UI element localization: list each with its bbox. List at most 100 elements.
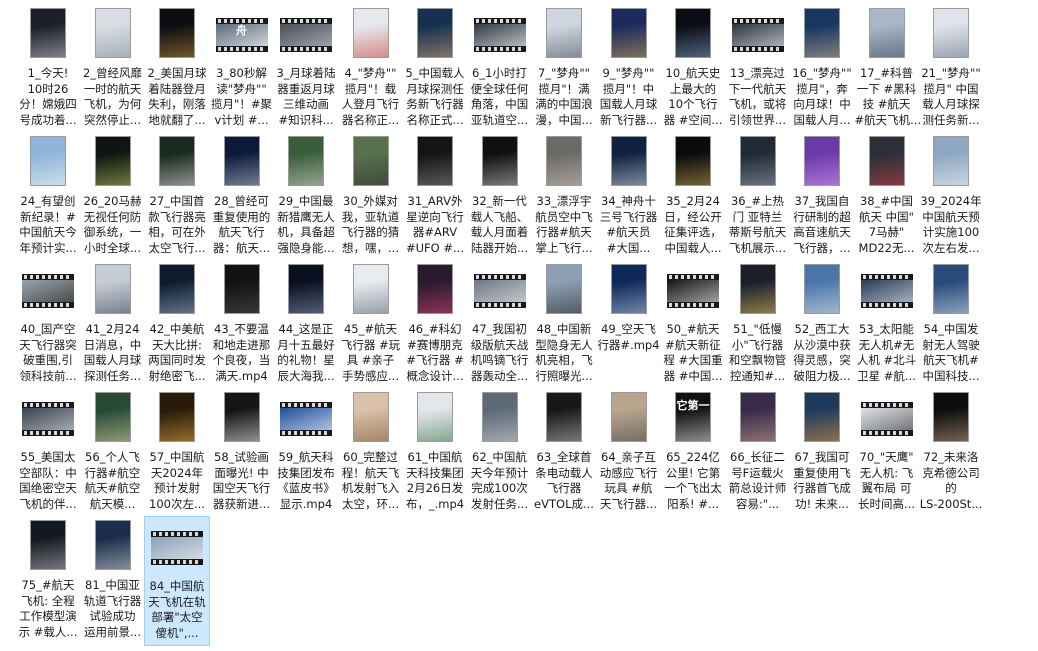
- video-thumbnail: [288, 136, 324, 186]
- video-thumbnail: [481, 136, 518, 186]
- video-thumbnail: [30, 8, 66, 58]
- video-file-item[interactable]: 63_全球首 条电动载人 飞行器 eVTOL成...: [531, 388, 597, 518]
- film-strip-icon: [473, 302, 526, 308]
- video-file-item[interactable]: 35_2月24 日，经公开 征集评选， 中国载人...: [660, 132, 726, 262]
- file-name-label: 16_"梦舟"" 揽月"，奔 向月球！中 国载人月...: [792, 66, 852, 127]
- video-file-item[interactable]: 44_这是正 月十五最好 的礼物！星 辰大海我...: [273, 260, 339, 390]
- video-file-item[interactable]: 32_新一代 载人飞船、 载人月面着 陆器开始...: [467, 132, 533, 262]
- video-file-item[interactable]: 53_太阳能 无人机#无 人机 #北斗 卫星 #航...: [854, 260, 920, 390]
- file-name-label: 47_我国初 级版航天战 机鸣镝飞行 器轰动全...: [470, 322, 529, 383]
- video-file-item[interactable]: 4_"梦舟"" 揽月"！载 人登月飞行 器名称正...: [338, 4, 404, 134]
- video-file-item[interactable]: 72_未来洛 克希德公司 的 LS-200St...: [918, 388, 984, 518]
- video-file-item[interactable]: 9_"梦舟"" 揽月"！中 国载人月球 新飞行器...: [596, 4, 662, 134]
- video-file-item[interactable]: 21_"梦舟"" 揽月" 中国 载人月球探 测任务新...: [918, 4, 984, 134]
- file-name-label: 36_#上热 门 亚特兰 蒂斯号航天 飞机展示...: [728, 194, 787, 255]
- video-file-item[interactable]: 37_我国自 行研制的超 高音速航天 飞行器，...: [789, 132, 855, 262]
- file-name-label: 65_224亿 公里! 它第 一个飞出太 阳系! #...: [664, 450, 722, 511]
- video-file-item[interactable]: 28_曾经可 重复使用的 航天飞行 器：航天...: [209, 132, 275, 262]
- video-file-item[interactable]: 81_中国亚 轨道飞行器 试验成功 运用前景...: [80, 516, 146, 646]
- video-file-item[interactable]: 24_有望创 新纪录！# 中国航天今 年预计实...: [15, 132, 81, 262]
- video-file-item[interactable]: 7_"梦舟"" 揽月"！满 满的中国浪 漫，中国...: [531, 4, 597, 134]
- video-file-item[interactable]: 13_漂亮过 下一代航天 飞机，或将 引领世界...: [725, 4, 791, 134]
- video-file-item[interactable]: 57_中国航 天2024年 预计发射 100次左...: [144, 388, 210, 518]
- video-file-item[interactable]: 34_神舟十 三号飞行器 #航天员 #大国...: [596, 132, 662, 262]
- file-name-label: 42_中美航 天大比拼: 两国同时发 射绝密飞...: [148, 322, 206, 383]
- video-file-item[interactable]: 40_国产空 天飞行器突 破重围,引 领科技前...: [15, 260, 81, 390]
- file-name-label: 30_外媒对 我，亚轨道 飞行器的猜 想，嘿，...: [341, 194, 400, 255]
- video-thumbnail: [223, 264, 260, 314]
- video-file-item[interactable]: 5_中国载人 月球探测任 务新飞行器 名称正式...: [402, 4, 468, 134]
- video-file-item[interactable]: 1_今天! 10时26 分！嫦娥四 号成功着...: [15, 4, 81, 134]
- video-file-item[interactable]: 39_2024年 中国航天预 计实施100 次左右发...: [918, 132, 984, 262]
- video-thumbnail: [860, 402, 913, 436]
- video-file-item[interactable]: 16_"梦舟"" 揽月"，奔 向月球！中 国载人月...: [789, 4, 855, 134]
- video-file-item[interactable]: 2_曾经风靡 一时的航天 飞机，为何 突然停止...: [80, 4, 146, 134]
- file-name-label: 60_完整过 程！航天飞 机发射飞入 太空，环...: [341, 450, 400, 511]
- video-file-item[interactable]: 41_2月24 日消息，中 国载人月球 探测任务...: [80, 260, 146, 390]
- video-file-item[interactable]: 3_月球着陆 器重返月球 三维动画 #知识科...: [273, 4, 339, 134]
- video-file-item[interactable]: 66_长征二 号F运载火 箭总设计师 容易:"...: [725, 388, 791, 518]
- video-thumbnail: [868, 8, 905, 58]
- video-file-item[interactable]: 舟 3_80秒解 读"梦舟"" 揽月"！#聚 v计划 #...: [209, 4, 275, 134]
- video-file-item[interactable]: 61_中国航 天科技集团 2月26日发 布，_.mp4: [402, 388, 468, 518]
- file-name-label: 3_80秒解 读"梦舟"" 揽月"！#聚 v计划 #...: [211, 66, 272, 127]
- file-name-label: 67_我国可 重复使用飞 行器首飞成 功! 未来...: [793, 450, 851, 511]
- video-thumbnail: [933, 264, 969, 314]
- video-thumbnail: [30, 520, 66, 570]
- video-thumbnail: [30, 136, 66, 186]
- video-file-item[interactable]: 50_#航天 #航天新征 程 #大国重 器 #中国...: [660, 260, 726, 390]
- video-file-item[interactable]: 67_我国可 重复使用飞 行器首飞成 功! 未来...: [789, 388, 855, 518]
- video-file-item[interactable]: 31_ARV外 星逆向飞行 器#ARV #UFO #...: [402, 132, 468, 262]
- video-thumbnail: 舟: [215, 18, 268, 52]
- file-name-label: 32_新一代 载人飞船、 载人月面着 陆器开始...: [470, 194, 529, 255]
- video-file-item[interactable]: 49_空天飞 行器#.mp4: [596, 260, 662, 390]
- file-name-label: 2_美国月球 着陆器登月 失利，刚落 地就翻了...: [147, 66, 207, 127]
- video-thumbnail: [352, 136, 389, 186]
- video-file-item[interactable]: 27_中国首 款飞行器亮 相，可在外 太空飞行...: [144, 132, 210, 262]
- video-file-item[interactable]: 52_西工大 从沙漠中获 得灵感，突 破阻力极...: [789, 260, 855, 390]
- video-file-item[interactable]: 84_中国航 天飞机在轨 部署"太空 傻机",...: [144, 516, 210, 646]
- video-file-item[interactable]: 33_漂浮宇 航员空中飞 行器#航天 掌上飞行...: [531, 132, 597, 262]
- video-file-item[interactable]: 70_"天鹰" 无人机: 飞 翼布局 可 长时间高...: [854, 388, 920, 518]
- video-file-item[interactable]: 6_1小时打 便全球任何 角落，中国 亚轨道空...: [467, 4, 533, 134]
- video-file-item[interactable]: 36_#上热 门 亚特兰 蒂斯号航天 飞机展示...: [725, 132, 791, 262]
- video-file-item[interactable]: 10_航天史 上最大的 10个飞行 器 #空间...: [660, 4, 726, 134]
- video-thumbnail: [610, 392, 647, 442]
- video-file-item[interactable]: 38_#中国 航天 中国" 7马赫" MD22无...: [854, 132, 920, 262]
- video-file-item[interactable]: 2_美国月球 着陆器登月 失利，刚落 地就翻了...: [144, 4, 210, 134]
- video-file-item[interactable]: 55_美国太 空部队：中 国绝密空天 飞机的伴...: [15, 388, 81, 518]
- video-file-item[interactable]: 29_中国最 新猎鹰无人 机，具备超 强隐身能...: [273, 132, 339, 262]
- video-file-item[interactable]: 64_亲子互 动感应飞行 玩具 #航 天飞行器...: [596, 388, 662, 518]
- file-name-label: 49_空天飞 行器#.mp4: [597, 322, 660, 352]
- video-file-item[interactable]: 它第一 65_224亿 公里! 它第 一个飞出太 阳系! #...: [660, 388, 726, 518]
- file-name-label: 2_曾经风靡 一时的航天 飞机，为何 突然停止...: [82, 66, 143, 127]
- film-strip-icon: [860, 302, 913, 308]
- video-file-item[interactable]: 46_#科幻 #赛博朋克 #飞行器 # 概念设计...: [402, 260, 468, 390]
- file-name-label: 4_"梦舟"" 揽月"！载 人登月飞行 器名称正...: [341, 66, 400, 127]
- video-file-item[interactable]: 43_不要温 和地走进那 个良夜，当 满天.mp4: [209, 260, 275, 390]
- file-name-label: 59_航天科 技集团发布 《蓝皮书》 显示.mp4: [277, 450, 335, 511]
- video-file-item[interactable]: 26_20马赫 无视任何防 御系统，一 小时全球...: [80, 132, 146, 262]
- video-file-item[interactable]: 59_航天科 技集团发布 《蓝皮书》 显示.mp4: [273, 388, 339, 518]
- file-name-label: 52_西工大 从沙漠中获 得灵感，突 破阻力极...: [793, 322, 851, 383]
- video-thumbnail: [159, 8, 195, 58]
- video-thumbnail: [933, 136, 969, 186]
- video-file-item[interactable]: 60_完整过 程！航天飞 机发射飞入 太空，环...: [338, 388, 404, 518]
- film-strip-icon: [22, 430, 74, 436]
- video-file-item[interactable]: 17_#科普 一下 #黑科 技 #航天 #航天飞机...: [854, 4, 920, 134]
- video-file-item[interactable]: 62_中国航 天今年预计 完成100次 发射任务...: [467, 388, 533, 518]
- video-file-item[interactable]: 48_中国新 型隐身无人 机亮相，飞 行照曝光...: [531, 260, 597, 390]
- video-thumbnail: [223, 392, 260, 442]
- video-file-item[interactable]: 47_我国初 级版航天战 机鸣镝飞行 器轰动全...: [467, 260, 533, 390]
- video-file-item[interactable]: 42_中美航 天大比拼: 两国同时发 射绝密飞...: [144, 260, 210, 390]
- video-file-item[interactable]: 30_外媒对 我，亚轨道 飞行器的猜 想，嘿，...: [338, 132, 404, 262]
- video-file-item[interactable]: 45_#航天 飞行器 #玩 具 #亲子 手势感应...: [338, 260, 404, 390]
- file-name-label: 64_亲子互 动感应飞行 玩具 #航 天飞行器...: [599, 450, 658, 511]
- video-thumbnail: [546, 264, 582, 314]
- file-name-label: 43_不要温 和地走进那 个良夜，当 满天.mp4: [212, 322, 271, 383]
- video-file-item[interactable]: 56_个人飞 行器#航空 航天#航空 航天模...: [80, 388, 146, 518]
- video-file-item[interactable]: 51_"低慢 小"飞行器 和空飘物管 控通知#...: [725, 260, 791, 390]
- video-file-item[interactable]: 54_中国发 射无人驾驶 航天飞机# 中国科技...: [918, 260, 984, 390]
- video-file-item[interactable]: 58_试验画 面曝光! 中 国空天飞行 器获新进...: [209, 388, 275, 518]
- video-file-item[interactable]: 75_#航天 飞机: 全程 工作模型演 示 #载人...: [15, 516, 81, 646]
